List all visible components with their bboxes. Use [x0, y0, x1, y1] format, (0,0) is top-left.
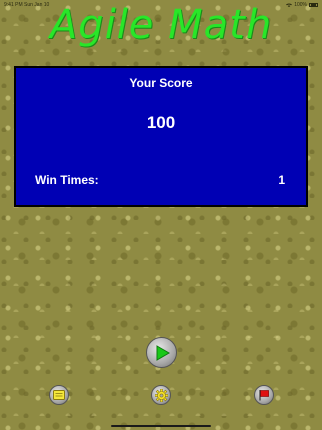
flag-button[interactable] — [254, 385, 274, 405]
settings-button[interactable] — [151, 385, 171, 405]
gear-icon — [154, 388, 168, 402]
flag-icon — [259, 390, 269, 401]
menu-button[interactable] — [49, 385, 69, 405]
menu-icon — [53, 390, 65, 400]
wins-value: 1 — [278, 173, 285, 187]
play-icon — [156, 344, 170, 361]
wins-label: Win Times: — [35, 173, 99, 187]
home-indicator[interactable] — [111, 425, 211, 427]
score-panel: Your Score 100 Win Times: 1 — [14, 66, 308, 207]
play-button[interactable] — [146, 337, 177, 368]
score-title: Your Score — [129, 76, 193, 90]
score-value: 100 — [146, 113, 176, 132]
app-title: Agile Math — [49, 2, 273, 48]
